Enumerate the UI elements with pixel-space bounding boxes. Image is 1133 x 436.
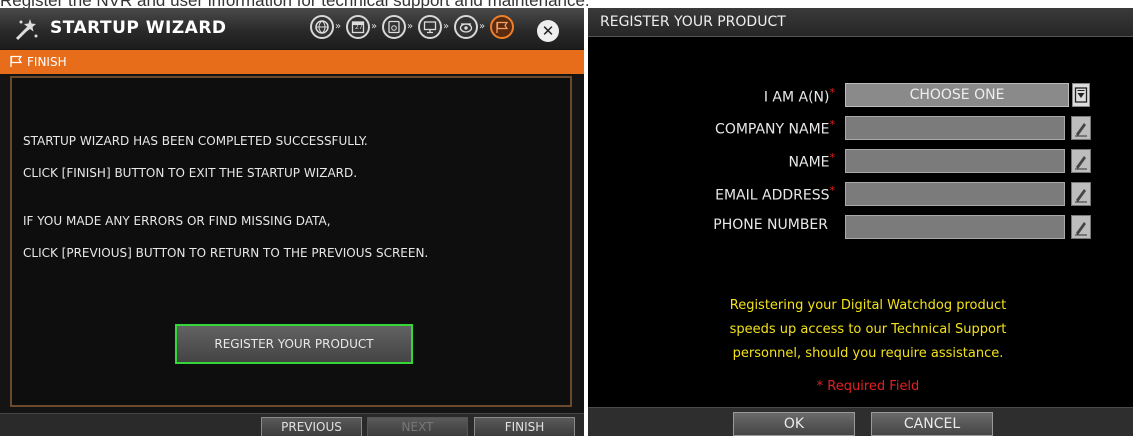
field-label-text: COMPANY NAME bbox=[715, 121, 830, 138]
edit-icon[interactable] bbox=[1071, 149, 1091, 173]
step-arrow-icon: » bbox=[479, 21, 486, 32]
section-title: FINISH bbox=[27, 55, 67, 69]
wizard-title: STARTUP WIZARD bbox=[50, 18, 227, 38]
monitor-icon[interactable] bbox=[418, 15, 442, 39]
wizard-content: STARTUP WIZARD HAS BEEN COMPLETED SUCCES… bbox=[10, 76, 572, 407]
required-mark: * bbox=[829, 86, 836, 99]
calendar-badge: 27 bbox=[355, 24, 363, 31]
field-label-text: I AM A(N) bbox=[763, 89, 830, 106]
name-field[interactable] bbox=[845, 149, 1065, 173]
step-arrow-icon: » bbox=[407, 21, 414, 32]
globe-icon[interactable] bbox=[310, 15, 334, 39]
field-label-role: I AM A(N)* bbox=[764, 86, 835, 106]
cancel-button[interactable]: CANCEL bbox=[871, 412, 993, 436]
info-text-line: speeds up access to our Technical Suppor… bbox=[729, 322, 1007, 337]
field-label-text: EMAIL ADDRESS bbox=[715, 187, 830, 204]
required-mark: * bbox=[829, 184, 836, 197]
finish-section-bar: FINISH bbox=[0, 50, 584, 74]
email-field[interactable] bbox=[845, 182, 1065, 206]
flag-icon[interactable] bbox=[490, 15, 514, 39]
close-icon[interactable]: ✕ bbox=[537, 20, 559, 42]
step-arrow-icon: » bbox=[371, 21, 378, 32]
next-button[interactable]: NEXT bbox=[367, 417, 468, 436]
company-name-field[interactable] bbox=[845, 116, 1065, 140]
role-select[interactable]: CHOOSE ONE bbox=[845, 83, 1069, 107]
field-label-phone: PHONE NUMBER bbox=[713, 217, 828, 233]
field-label-company: COMPANY NAME* bbox=[715, 118, 835, 138]
exit-instruction: CLICK [FINISH] BUTTON TO EXIT THE STARTU… bbox=[23, 166, 358, 180]
field-label-text: NAME bbox=[788, 154, 830, 171]
finish-button[interactable]: FINISH bbox=[474, 417, 575, 436]
field-label-email: EMAIL ADDRESS* bbox=[715, 184, 835, 204]
flag-icon bbox=[10, 55, 23, 67]
edit-icon[interactable] bbox=[1071, 215, 1091, 239]
info-text-line: Registering your Digital Watchdog produc… bbox=[729, 298, 1007, 313]
chevron-down-icon[interactable] bbox=[1072, 83, 1090, 107]
wizard-logo-icon bbox=[15, 19, 38, 41]
error-message: IF YOU MADE ANY ERRORS OR FIND MISSING D… bbox=[23, 214, 331, 228]
disk-icon[interactable] bbox=[382, 15, 406, 39]
previous-button[interactable]: PREVIOUS bbox=[261, 417, 362, 436]
camera-icon[interactable] bbox=[454, 15, 478, 39]
required-mark: * bbox=[829, 118, 836, 131]
ok-button[interactable]: OK bbox=[733, 412, 855, 436]
register-header: REGISTER YOUR PRODUCT bbox=[588, 8, 1133, 37]
edit-icon[interactable] bbox=[1071, 116, 1091, 140]
wizard-header: STARTUP WIZARD » 27 » » » » ✕ bbox=[0, 8, 584, 49]
required-field-note: * Required Field bbox=[816, 379, 920, 394]
calendar-icon[interactable]: 27 bbox=[346, 15, 370, 39]
register-title: REGISTER YOUR PRODUCT bbox=[600, 14, 786, 30]
completion-message: STARTUP WIZARD HAS BEEN COMPLETED SUCCES… bbox=[23, 134, 368, 148]
step-arrow-icon: » bbox=[443, 21, 450, 32]
info-text-line: personnel, should you require assistance… bbox=[732, 346, 1004, 361]
register-product-window: REGISTER YOUR PRODUCT I AM A(N)* CHOOSE … bbox=[588, 8, 1133, 436]
startup-wizard-window: STARTUP WIZARD » 27 » » » » ✕ FINISH STA… bbox=[0, 8, 584, 436]
edit-icon[interactable] bbox=[1071, 182, 1091, 206]
required-mark: * bbox=[829, 151, 836, 164]
register-product-button[interactable]: REGISTER YOUR PRODUCT bbox=[175, 324, 413, 364]
previous-instruction: CLICK [PREVIOUS] BUTTON TO RETURN TO THE… bbox=[23, 246, 429, 260]
wizard-nav-bar: PREVIOUS NEXT FINISH bbox=[0, 413, 584, 436]
phone-number-field[interactable] bbox=[845, 215, 1065, 239]
register-button-bar: OK CANCEL bbox=[588, 407, 1133, 436]
field-label-name: NAME* bbox=[789, 151, 835, 171]
step-arrow-icon: » bbox=[335, 21, 342, 32]
